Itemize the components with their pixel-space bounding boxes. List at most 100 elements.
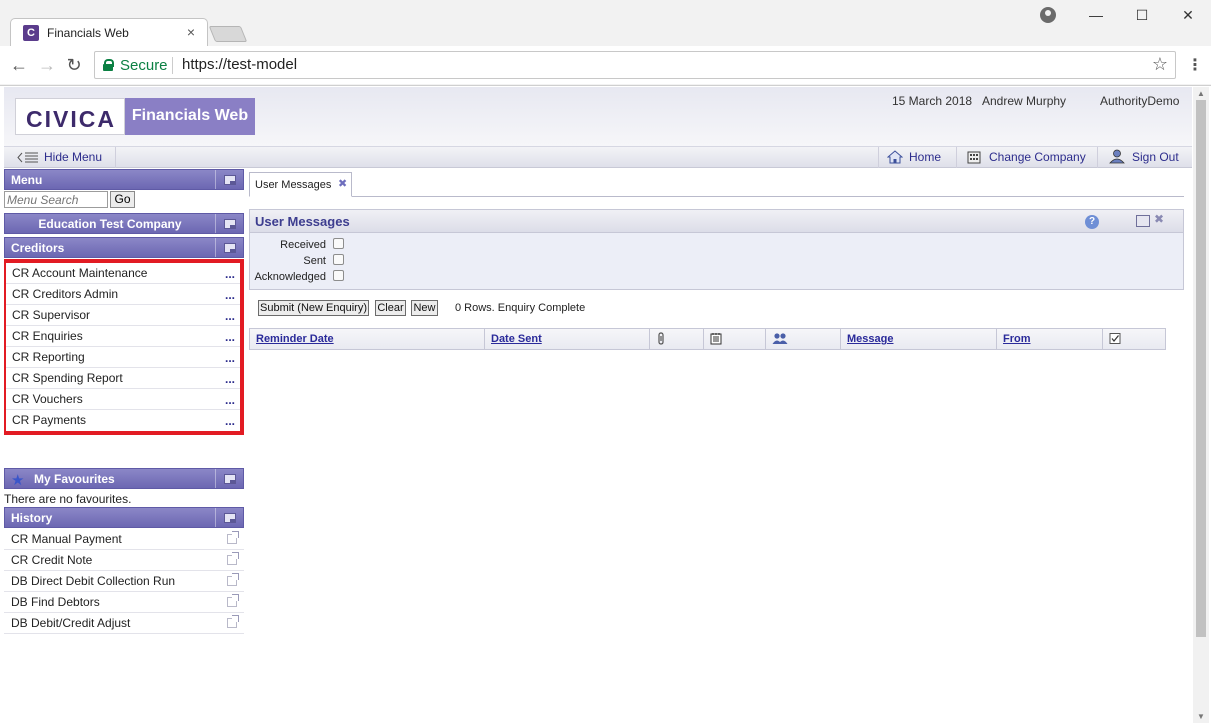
menu-item[interactable]: CR Vouchers... <box>6 389 240 410</box>
tab-close-icon[interactable]: × <box>187 24 195 40</box>
scrollbar-thumb[interactable] <box>1196 100 1206 637</box>
url-text[interactable]: https://test-model <box>182 56 297 73</box>
menu-item[interactable]: CR Creditors Admin... <box>6 284 240 305</box>
bookmark-star-icon[interactable]: ☆ <box>1152 54 1168 75</box>
browser-menu-icon[interactable]: ⋮ <box>1187 55 1203 75</box>
menu-search-input[interactable] <box>4 191 108 208</box>
company-panel-toggle-button[interactable] <box>215 214 243 233</box>
help-icon[interactable]: ? <box>1085 215 1099 229</box>
history-item-label: CR Manual Payment <box>11 532 122 546</box>
history-toggle-button[interactable] <box>215 508 243 527</box>
browser-tab[interactable]: C Financials Web × <box>10 18 208 46</box>
change-company-link[interactable]: Change Company <box>956 147 1097 168</box>
scroll-up-icon[interactable]: ▲ <box>1197 89 1205 98</box>
menu-panel-toggle-button[interactable] <box>215 170 243 189</box>
messages-table-header: Reminder Date Date Sent Message From <box>249 328 1166 350</box>
more-icon[interactable]: ... <box>225 414 235 428</box>
favourites-header: ★ My Favourites <box>4 468 244 489</box>
history-item[interactable]: DB Debit/Credit Adjust <box>4 613 244 634</box>
open-external-icon[interactable] <box>227 552 239 565</box>
col-message[interactable]: Message <box>841 329 997 349</box>
tab-user-messages[interactable]: User Messages ✖ <box>249 172 352 197</box>
history-item[interactable]: DB Direct Debit Collection Run <box>4 571 244 592</box>
go-button[interactable]: Go <box>110 191 135 208</box>
forward-icon[interactable]: → <box>36 54 58 76</box>
filter-label: Sent <box>303 255 326 267</box>
checkbox-tick-icon[interactable] <box>1109 332 1121 345</box>
col-date-sent-label[interactable]: Date Sent <box>491 333 542 345</box>
back-icon[interactable]: ← <box>8 54 30 76</box>
received-checkbox[interactable] <box>333 238 344 249</box>
filter-received: Received <box>250 238 344 254</box>
change-company-label: Change Company <box>989 150 1086 164</box>
profile-icon[interactable] <box>1040 7 1056 23</box>
col-acknowledged[interactable] <box>1103 329 1165 349</box>
close-panel-icon[interactable]: ✖ <box>1154 212 1164 226</box>
header-date: 15 March 2018 <box>892 94 973 108</box>
content-tabs: User Messages ✖ <box>249 172 1184 197</box>
col-from[interactable]: From <box>997 329 1103 349</box>
sign-out-link[interactable]: Sign Out <box>1097 147 1192 168</box>
more-icon[interactable]: ... <box>225 330 235 344</box>
history-title: History <box>11 511 53 525</box>
col-recipients[interactable] <box>766 329 841 349</box>
menu-item[interactable]: CR Reporting... <box>6 347 240 368</box>
maximize-icon[interactable]: ☐ <box>1119 0 1165 30</box>
hide-menu-button[interactable]: Hide Menu <box>4 147 116 168</box>
open-external-icon[interactable] <box>227 573 239 586</box>
menu-search-row: Go <box>4 191 244 209</box>
filter-label: Acknowledged <box>254 271 326 283</box>
acknowledged-checkbox[interactable] <box>333 270 344 281</box>
creditors-section-header[interactable]: Creditors <box>4 237 244 258</box>
building-icon <box>967 151 981 164</box>
more-icon[interactable]: ... <box>225 372 235 386</box>
favourites-toggle-button[interactable] <box>215 469 243 488</box>
close-window-icon[interactable]: ✕ <box>1165 0 1211 30</box>
more-icon[interactable]: ... <box>225 393 235 407</box>
col-date-sent[interactable]: Date Sent <box>485 329 650 349</box>
window-icon <box>224 219 236 229</box>
window-controls: — ☐ ✕ <box>1073 0 1211 30</box>
history-item[interactable]: CR Credit Note <box>4 550 244 571</box>
history-item-label: CR Credit Note <box>11 553 93 567</box>
reload-icon[interactable]: ↻ <box>63 54 85 76</box>
page-scrollbar[interactable]: ▲ ▼ <box>1193 87 1209 723</box>
panel-title: User Messages <box>255 214 350 229</box>
menu-item[interactable]: CR Supervisor... <box>6 305 240 326</box>
sent-checkbox[interactable] <box>333 254 344 265</box>
more-icon[interactable]: ... <box>225 267 235 281</box>
tab-close-icon[interactable]: ✖ <box>338 177 347 190</box>
company-header[interactable]: Education Test Company <box>4 213 244 234</box>
home-link[interactable]: Home <box>878 147 956 168</box>
menu-item[interactable]: CR Spending Report... <box>6 368 240 389</box>
col-message-label[interactable]: Message <box>847 333 893 345</box>
new-tab-button[interactable] <box>208 26 248 42</box>
menu-item[interactable]: CR Enquiries... <box>6 326 240 347</box>
col-reminder-date[interactable]: Reminder Date <box>250 329 485 349</box>
header-authority: AuthorityDemo <box>1100 94 1180 108</box>
menu-item[interactable]: CR Account Maintenance... <box>6 263 240 284</box>
open-external-icon[interactable] <box>227 531 239 544</box>
open-external-icon[interactable] <box>227 615 239 628</box>
col-notes[interactable] <box>704 329 766 349</box>
open-external-icon[interactable] <box>227 594 239 607</box>
address-bar[interactable]: Secure https://test-model ☆ <box>94 51 1176 79</box>
clear-button[interactable]: Clear <box>375 300 406 316</box>
more-icon[interactable]: ... <box>225 288 235 302</box>
new-window-icon[interactable] <box>1136 215 1150 227</box>
col-attachment[interactable] <box>650 329 704 349</box>
scroll-down-icon[interactable]: ▼ <box>1197 712 1205 721</box>
menu-item-label: CR Reporting <box>12 350 85 364</box>
browser-chrome: C Financials Web × — ☐ ✕ ← → ↻ Secure ht… <box>0 0 1211 86</box>
col-reminder-date-label[interactable]: Reminder Date <box>256 333 334 345</box>
col-from-label[interactable]: From <box>1003 333 1031 345</box>
history-item[interactable]: CR Manual Payment <box>4 529 244 550</box>
more-icon[interactable]: ... <box>225 351 235 365</box>
history-item[interactable]: DB Find Debtors <box>4 592 244 613</box>
more-icon[interactable]: ... <box>225 309 235 323</box>
submit-new-enquiry-button[interactable]: Submit (New Enquiry) <box>258 300 369 316</box>
creditors-toggle-button[interactable] <box>215 238 243 257</box>
menu-item[interactable]: CR Payments... <box>6 410 240 431</box>
new-button[interactable]: New <box>411 300 438 316</box>
minimize-icon[interactable]: — <box>1073 0 1119 30</box>
